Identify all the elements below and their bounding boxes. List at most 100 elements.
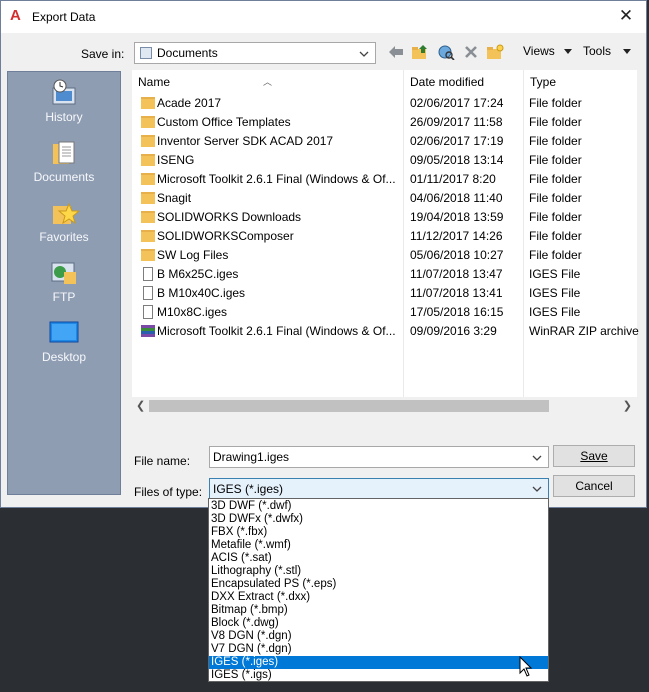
table-row[interactable]: Snagit 04/06/2018 11:40 File folder	[132, 189, 637, 208]
ftp-icon	[49, 258, 79, 286]
file-type-cell: IGES File	[529, 286, 581, 300]
file-type-option[interactable]: 3D DWFx (*.dwfx)	[209, 513, 548, 526]
place-desktop[interactable]: Desktop	[8, 318, 120, 364]
views-menu[interactable]: Views	[523, 44, 555, 58]
save-button[interactable]: Save	[553, 445, 635, 467]
file-name-input[interactable]: Drawing1.iges	[209, 446, 549, 468]
file-name-cell: Custom Office Templates	[157, 115, 291, 129]
save-in-label: Save in:	[81, 47, 125, 61]
cancel-button[interactable]: Cancel	[553, 475, 635, 497]
file-date-cell: 01/11/2017 8:20	[410, 172, 496, 186]
file-type-option[interactable]: IGES (*.iges)	[209, 656, 548, 669]
documents-icon	[49, 138, 79, 166]
table-row[interactable]: Acade 2017 02/06/2017 17:24 File folder	[132, 94, 637, 113]
chevron-down-icon[interactable]	[532, 453, 542, 463]
scroll-right-icon[interactable]: ❯	[623, 399, 632, 412]
file-name-cell: SW Log Files	[157, 248, 229, 262]
file-date-cell: 09/09/2016 3:29	[410, 324, 497, 338]
chevron-down-icon	[359, 51, 369, 57]
tools-dropdown-icon[interactable]	[623, 49, 631, 54]
delete-icon[interactable]	[460, 41, 482, 63]
file-name-cell: Microsoft Toolkit 2.6.1 Final (Windows &…	[157, 324, 396, 338]
table-row[interactable]: B M6x25C.iges 11/07/2018 13:47 IGES File	[132, 265, 637, 284]
search-web-icon[interactable]	[435, 41, 457, 63]
new-folder-icon[interactable]	[484, 41, 506, 63]
files-of-type-value: IGES (*.iges)	[213, 482, 284, 496]
place-desktop-label: Desktop	[41, 350, 87, 364]
files-of-type-dropdown[interactable]: IGES (*.iges)	[209, 478, 549, 499]
place-history[interactable]: History	[8, 78, 120, 124]
file-name-cell: M10x8C.iges	[157, 305, 228, 319]
column-type[interactable]: Type	[530, 75, 556, 89]
file-type-option[interactable]: Lithography (*.stl)	[209, 565, 548, 578]
table-row[interactable]: ISENG 09/05/2018 13:14 File folder	[132, 151, 637, 170]
table-row[interactable]: Microsoft Toolkit 2.6.1 Final (Windows &…	[132, 322, 639, 341]
file-type-cell: File folder	[529, 172, 582, 186]
file-date-cell: 04/06/2018 11:40	[410, 191, 503, 205]
file-icon	[143, 286, 153, 300]
favorites-icon	[49, 198, 81, 226]
autocad-logo-icon: A	[10, 7, 21, 24]
file-date-cell: 02/06/2017 17:19	[410, 134, 504, 148]
file-type-option[interactable]: Metafile (*.wmf)	[209, 539, 548, 552]
file-type-option[interactable]: Bitmap (*.bmp)	[209, 604, 548, 617]
file-type-cell: IGES File	[529, 305, 581, 319]
file-type-options-list[interactable]: 3D DWF (*.dwf) 3D DWFx (*.dwfx) FBX (*.fbx…	[208, 498, 549, 682]
table-row[interactable]: Microsoft Toolkit 2.6.1 Final (Windows &…	[132, 170, 637, 189]
views-dropdown-icon[interactable]	[564, 49, 572, 54]
file-type-option[interactable]: V8 DGN (*.dgn)	[209, 630, 548, 643]
place-documents[interactable]: Documents	[8, 138, 120, 184]
file-list[interactable]: Name ︿ Date modified Type Acade 2017 02/0…	[132, 70, 639, 397]
title-bar: A Export Data ✕	[1, 1, 646, 33]
table-row[interactable]: SOLIDWORKSComposer 11/12/2017 14:26 File f…	[132, 227, 637, 246]
place-ftp-label: FTP	[52, 290, 76, 304]
file-type-option[interactable]: ACIS (*.sat)	[209, 552, 548, 565]
file-type-cell: File folder	[529, 248, 582, 262]
table-row[interactable]: Inventor Server SDK ACAD 2017 02/06/2017 …	[132, 132, 637, 151]
file-date-cell: 02/06/2017 17:24	[410, 96, 504, 110]
folder-icon	[141, 192, 155, 204]
file-type-option[interactable]: FBX (*.fbx)	[209, 526, 548, 539]
file-date-cell: 26/09/2017 11:58	[410, 115, 503, 129]
place-ftp[interactable]: FTP	[8, 258, 120, 304]
file-type-option[interactable]: DXX Extract (*.dxx)	[209, 591, 548, 604]
file-type-cell: File folder	[529, 153, 582, 167]
file-icon	[143, 305, 153, 319]
table-row[interactable]: Custom Office Templates 26/09/2017 11:58 F…	[132, 113, 637, 132]
zip-archive-icon	[141, 325, 155, 337]
save-in-dropdown[interactable]: Documents	[134, 42, 376, 64]
scroll-left-icon[interactable]: ❮	[136, 399, 145, 412]
table-row[interactable]: SOLIDWORKS Downloads 19/04/2018 13:59 File…	[132, 208, 637, 227]
close-icon[interactable]: ✕	[616, 6, 636, 26]
file-date-cell: 11/07/2018 13:41	[410, 286, 503, 300]
table-row[interactable]: SW Log Files 05/06/2018 10:27 File folder	[132, 246, 637, 265]
back-arrow-icon[interactable]	[385, 41, 407, 63]
column-name[interactable]: Name	[138, 75, 170, 89]
file-name-cell: Snagit	[157, 191, 192, 205]
file-type-option[interactable]: 3D DWF (*.dwf)	[209, 500, 548, 513]
scroll-thumb[interactable]	[149, 400, 549, 412]
file-type-cell: WinRAR ZIP archive	[529, 324, 639, 338]
file-type-option[interactable]: Encapsulated PS (*.eps)	[209, 578, 548, 591]
file-name-cell: Inventor Server SDK ACAD 2017	[157, 134, 334, 148]
file-type-option[interactable]: IGES (*.igs)	[209, 669, 548, 682]
file-name-cell: SOLIDWORKS Downloads	[157, 210, 302, 224]
place-favorites[interactable]: Favorites	[8, 198, 120, 244]
file-type-cell: File folder	[529, 229, 582, 243]
file-date-cell: 11/12/2017 14:26	[410, 229, 503, 243]
table-row[interactable]: M10x8C.iges 17/05/2018 16:15 IGES File	[132, 303, 637, 322]
horizontal-scrollbar[interactable]: ❮ ❯	[132, 397, 637, 415]
up-folder-icon[interactable]	[409, 41, 431, 63]
table-row[interactable]: B M10x40C.iges 11/07/2018 13:41 IGES File	[132, 284, 637, 303]
tools-menu[interactable]: Tools	[583, 44, 611, 58]
sort-up-icon: ︿	[263, 77, 273, 87]
file-type-cell: File folder	[529, 115, 582, 129]
file-type-option[interactable]: Block (*.dwg)	[209, 617, 548, 630]
files-of-type-label: Files of type:	[134, 485, 203, 499]
column-header: Name ︿ Date modified Type	[132, 70, 637, 94]
places-bar: History Documents Favorites FTP Desktop	[7, 71, 121, 495]
save-in-value: Documents	[157, 46, 218, 60]
column-date-modified[interactable]: Date modified	[410, 75, 484, 89]
history-icon	[49, 78, 79, 106]
file-type-option[interactable]: V7 DGN (*.dgn)	[209, 643, 548, 656]
